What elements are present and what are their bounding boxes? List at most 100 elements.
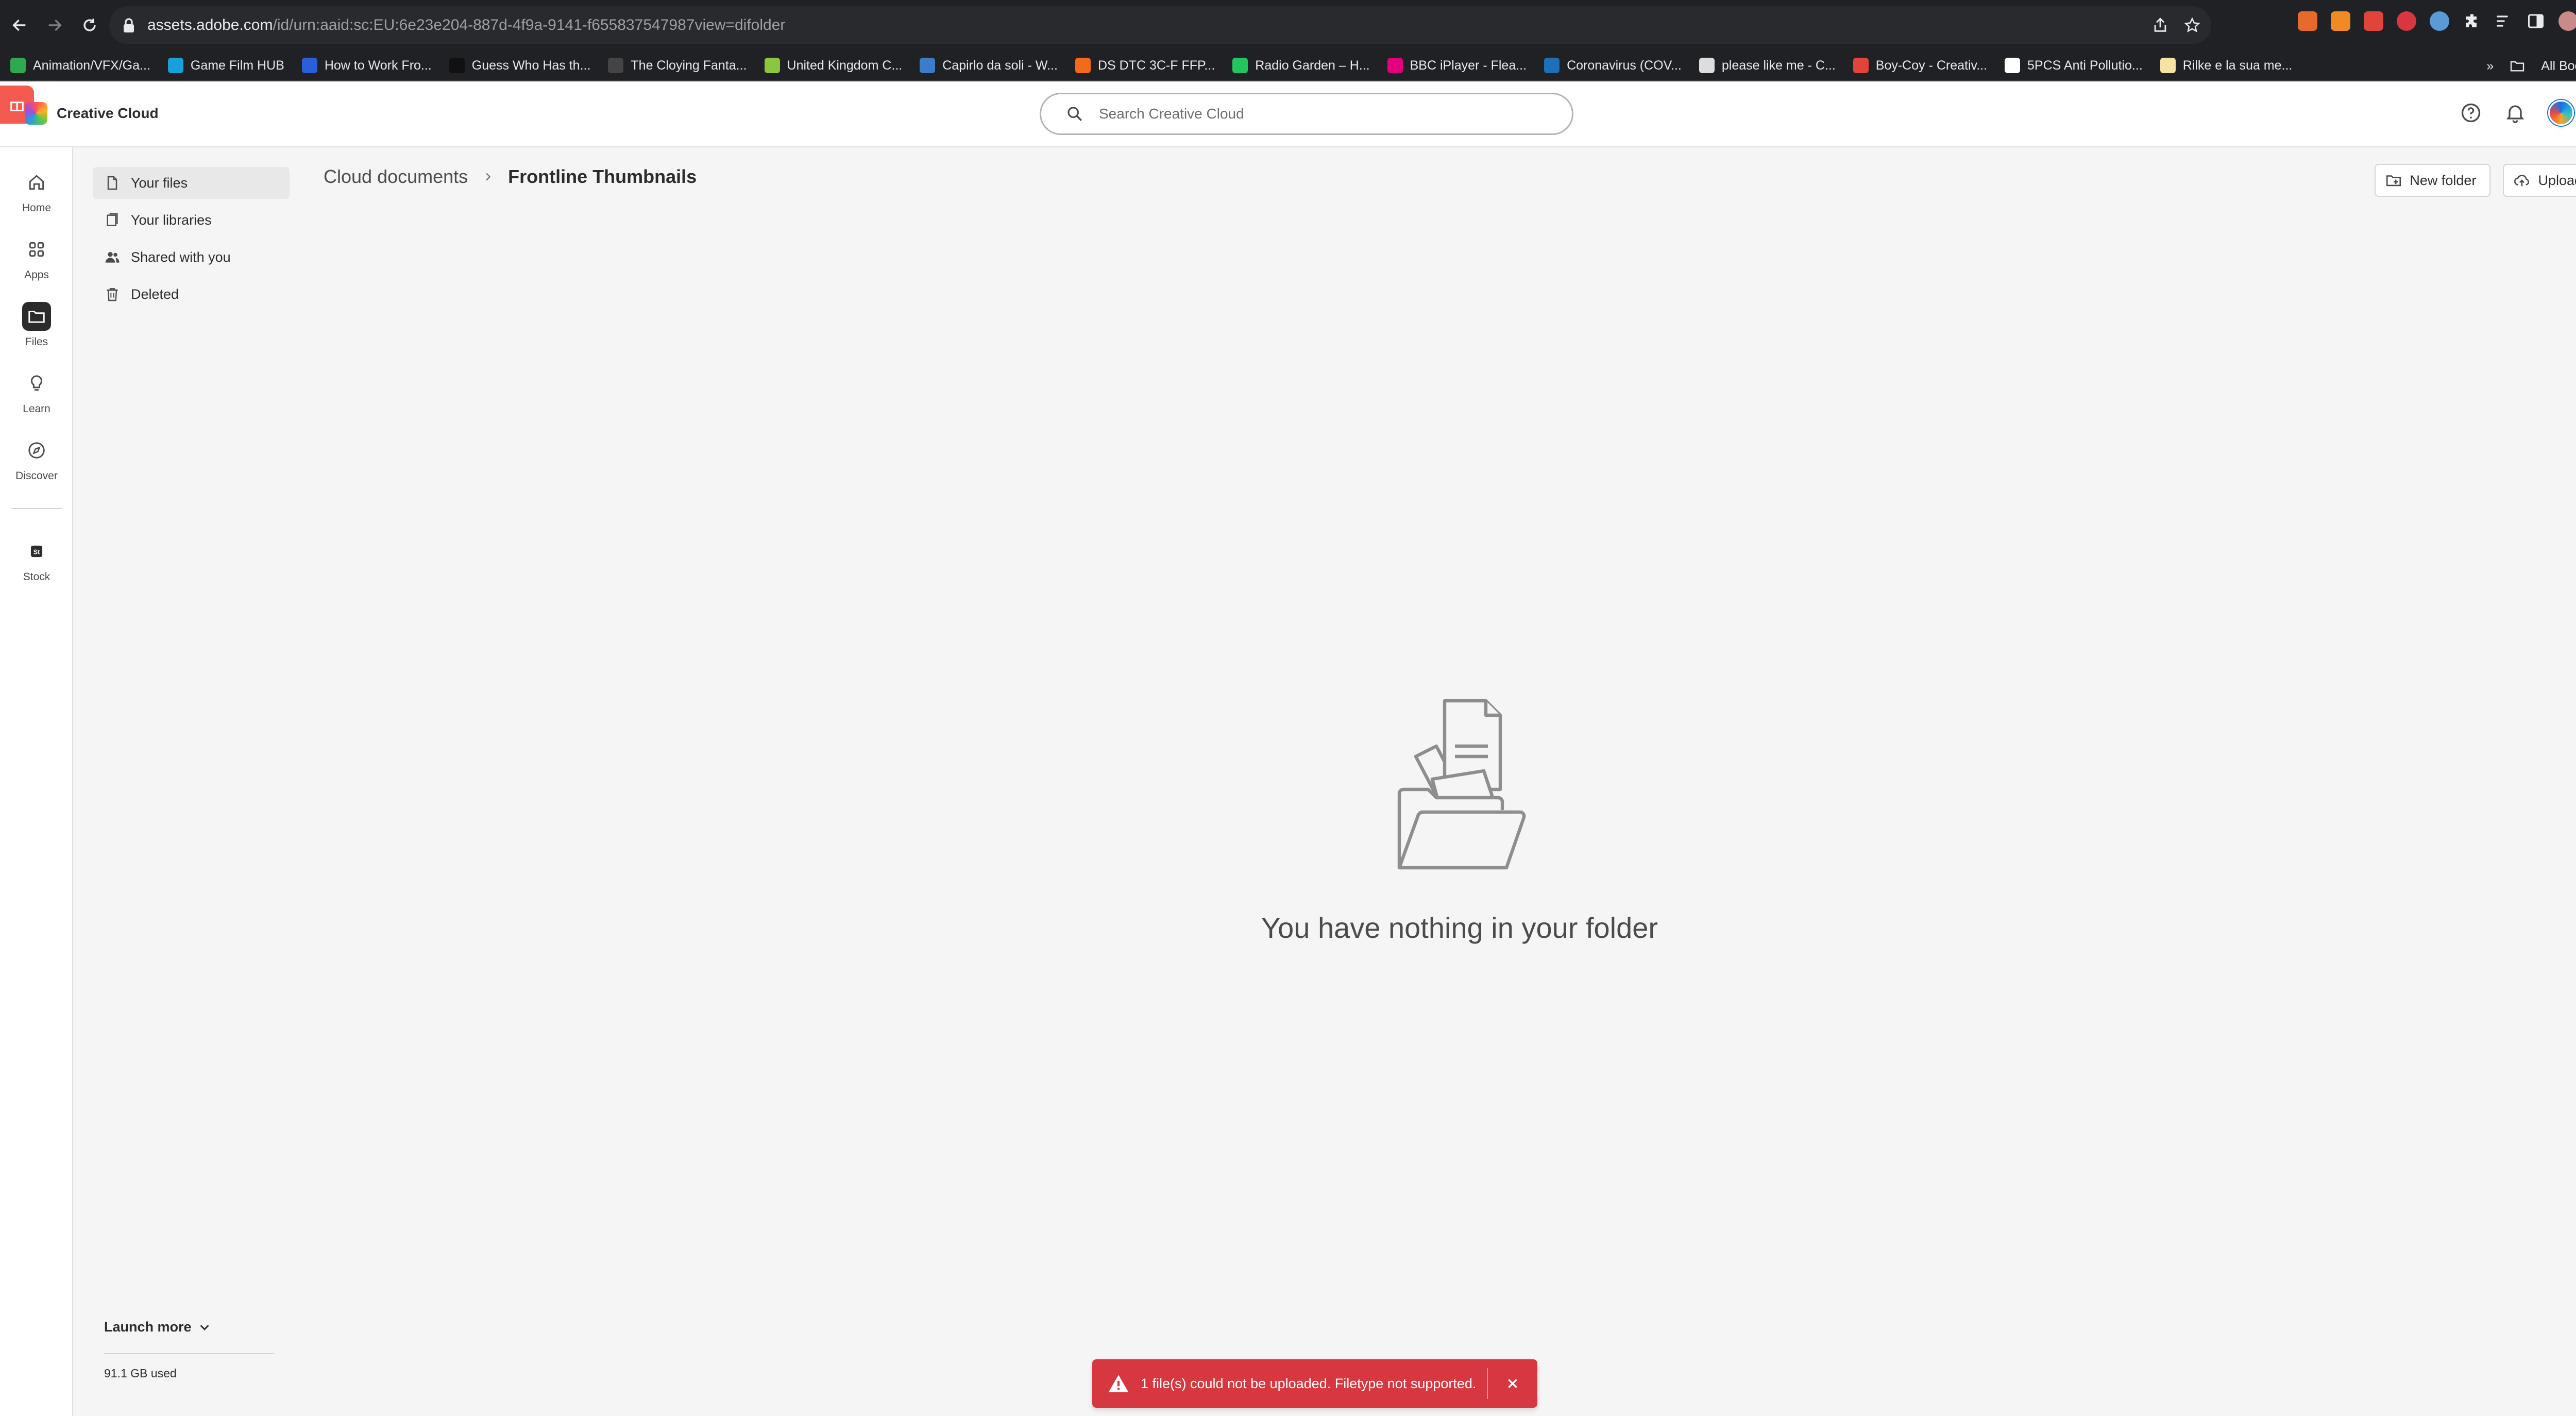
folder-icon — [28, 311, 45, 323]
user-avatar[interactable] — [2548, 100, 2574, 126]
bookmark-item[interactable]: Rilke e la sua me... — [2160, 58, 2293, 73]
extension-icon[interactable] — [2364, 11, 2383, 31]
rail-divider — [11, 508, 62, 509]
rail-item-apps[interactable]: Apps — [0, 235, 73, 281]
bookmark-item[interactable]: Game Film HUB — [167, 58, 284, 73]
forward-button[interactable] — [39, 10, 70, 41]
people-icon — [105, 252, 120, 263]
bookmark-favicon-icon — [449, 58, 465, 73]
rail-item-learn[interactable]: Learn — [0, 369, 73, 415]
subnav-item-deleted[interactable]: Deleted — [93, 278, 290, 310]
extension-icon[interactable] — [2331, 11, 2350, 31]
bookmark-favicon-icon — [301, 58, 317, 73]
rail-item-label: Home — [22, 202, 52, 214]
rail-item-label: Files — [25, 336, 48, 348]
bookmark-label: Boy-Coy - Creativ... — [1875, 58, 1988, 73]
stock-icon: St — [30, 545, 43, 558]
bookmark-item[interactable]: 5PCS Anti Pollutio... — [2005, 58, 2143, 73]
subnav-item-your-libraries[interactable]: Your libraries — [93, 204, 290, 236]
home-icon — [29, 175, 44, 190]
extensions-bar — [2298, 11, 2576, 31]
bookmark-item[interactable]: Capirlo da soli - W... — [920, 58, 1058, 73]
bookmark-item[interactable]: How to Work Fro... — [301, 58, 432, 73]
bookmark-label: BBC iPlayer - Flea... — [1410, 58, 1527, 73]
subnav-item-label: Your files — [131, 175, 188, 191]
lock-icon — [124, 18, 134, 32]
profile-avatar[interactable] — [2558, 11, 2576, 31]
subnav-item-label: Shared with you — [131, 249, 231, 265]
brand-name: Creative Cloud — [57, 105, 159, 121]
bookmark-favicon-icon — [1232, 58, 1248, 73]
star-icon[interactable] — [2183, 16, 2201, 34]
toast-message: 1 file(s) could not be uploaded. Filetyp… — [1141, 1375, 1477, 1391]
chevron-right-icon — [486, 173, 491, 181]
help-icon[interactable] — [2460, 102, 2482, 124]
breadcrumb: Cloud documents Frontline Thumbnails — [324, 166, 697, 188]
upload-cloud-icon — [2514, 175, 2530, 187]
search-box[interactable] — [1040, 93, 1573, 135]
share-icon[interactable] — [2151, 16, 2169, 34]
bookmark-favicon-icon — [1699, 58, 1715, 73]
extension-icon[interactable] — [2298, 11, 2317, 31]
bookmarks-overflow: » All Bookmarks — [2476, 50, 2576, 80]
puzzle-icon[interactable] — [2463, 12, 2481, 30]
bookmark-item[interactable]: Radio Garden – H... — [1232, 58, 1370, 73]
bookmark-item[interactable]: DS DTC 3C-F FFP... — [1075, 58, 1215, 73]
address-bar[interactable]: assets.adobe.com/id/urn:aaid:sc:EU:6e23e… — [109, 6, 2211, 44]
subnav-item-label: Your libraries — [131, 212, 212, 228]
folder-actions: New folder Upload — [2375, 164, 2576, 197]
bookmark-favicon-icon — [167, 58, 183, 73]
bookmark-label: Game Film HUB — [190, 58, 284, 73]
chevron-down-icon — [199, 1324, 209, 1330]
chevron-double-right-icon[interactable]: » — [2486, 59, 2494, 74]
new-folder-label: New folder — [2410, 172, 2477, 188]
creative-cloud-logo — [25, 102, 47, 125]
bookmark-item[interactable]: Animation/VFX/Ga... — [10, 58, 150, 73]
bookmark-label: please like me - C... — [1721, 58, 1836, 73]
gift-icon — [10, 102, 24, 111]
subnav-item-your-files[interactable]: Your files — [93, 167, 290, 199]
rail-item-discover[interactable]: Discover — [0, 436, 73, 482]
bookmark-item[interactable]: Coronavirus (COV... — [1544, 58, 1682, 73]
trash-icon — [107, 288, 118, 301]
launch-more-button[interactable]: Launch more — [104, 1319, 212, 1335]
reload-button[interactable] — [74, 10, 105, 41]
bookmark-item[interactable]: Boy-Coy - Creativ... — [1853, 58, 1987, 73]
upload-label: Upload — [2538, 172, 2576, 188]
breadcrumb-cloud-documents[interactable]: Cloud documents — [324, 166, 468, 188]
bookmark-label: United Kingdom C... — [787, 58, 903, 73]
side-panel-icon[interactable] — [2527, 12, 2545, 30]
bookmark-item[interactable]: The Cloying Fanta... — [608, 58, 747, 73]
upload-button[interactable]: Upload — [2503, 164, 2576, 197]
adblock-icon[interactable] — [2397, 11, 2416, 31]
bookmark-favicon-icon — [10, 58, 26, 73]
subnav-item-shared-with-you[interactable]: Shared with you — [93, 241, 290, 273]
bookmark-item[interactable]: Guess Who Has th... — [449, 58, 590, 73]
bell-icon[interactable] — [2504, 102, 2527, 124]
rail-item-home[interactable]: Home — [0, 168, 73, 214]
bookmark-item[interactable]: United Kingdom C... — [764, 58, 903, 73]
files-subnav: Your files Your libraries Shared with yo… — [93, 167, 290, 315]
new-folder-button[interactable]: New folder — [2375, 164, 2491, 197]
sidebar-divider — [104, 1353, 274, 1354]
back-button[interactable] — [4, 10, 35, 41]
brand[interactable]: Creative Cloud — [25, 102, 159, 125]
bookmark-favicon-icon — [2005, 58, 2021, 73]
bookmark-label: How to Work Fro... — [324, 58, 432, 73]
all-bookmarks-button[interactable]: All Bookmarks — [2541, 59, 2576, 74]
bookmark-favicon-icon — [1544, 58, 1560, 73]
bookmark-label: The Cloying Fanta... — [631, 58, 747, 73]
bookmark-item[interactable]: BBC iPlayer - Flea... — [1387, 58, 1527, 73]
bookmark-label: Coronavirus (COV... — [1567, 58, 1682, 73]
toast-close-button[interactable] — [1488, 1359, 1537, 1408]
bookmark-label: Rilke e la sua me... — [2182, 58, 2293, 73]
reading-list-icon[interactable] — [2495, 12, 2513, 30]
rail-item-label: Apps — [24, 269, 49, 281]
launch-more-label: Launch more — [104, 1319, 192, 1335]
extension-icon[interactable] — [2430, 11, 2449, 31]
bookmark-item[interactable]: please like me - C... — [1699, 58, 1836, 73]
search-input[interactable] — [1099, 106, 1552, 122]
bookmarks-bar: Animation/VFX/Ga... Game Film HUB How to W… — [0, 50, 2576, 81]
rail-item-stock[interactable]: St Stock — [0, 537, 73, 583]
rail-item-files[interactable]: Files — [0, 302, 73, 348]
